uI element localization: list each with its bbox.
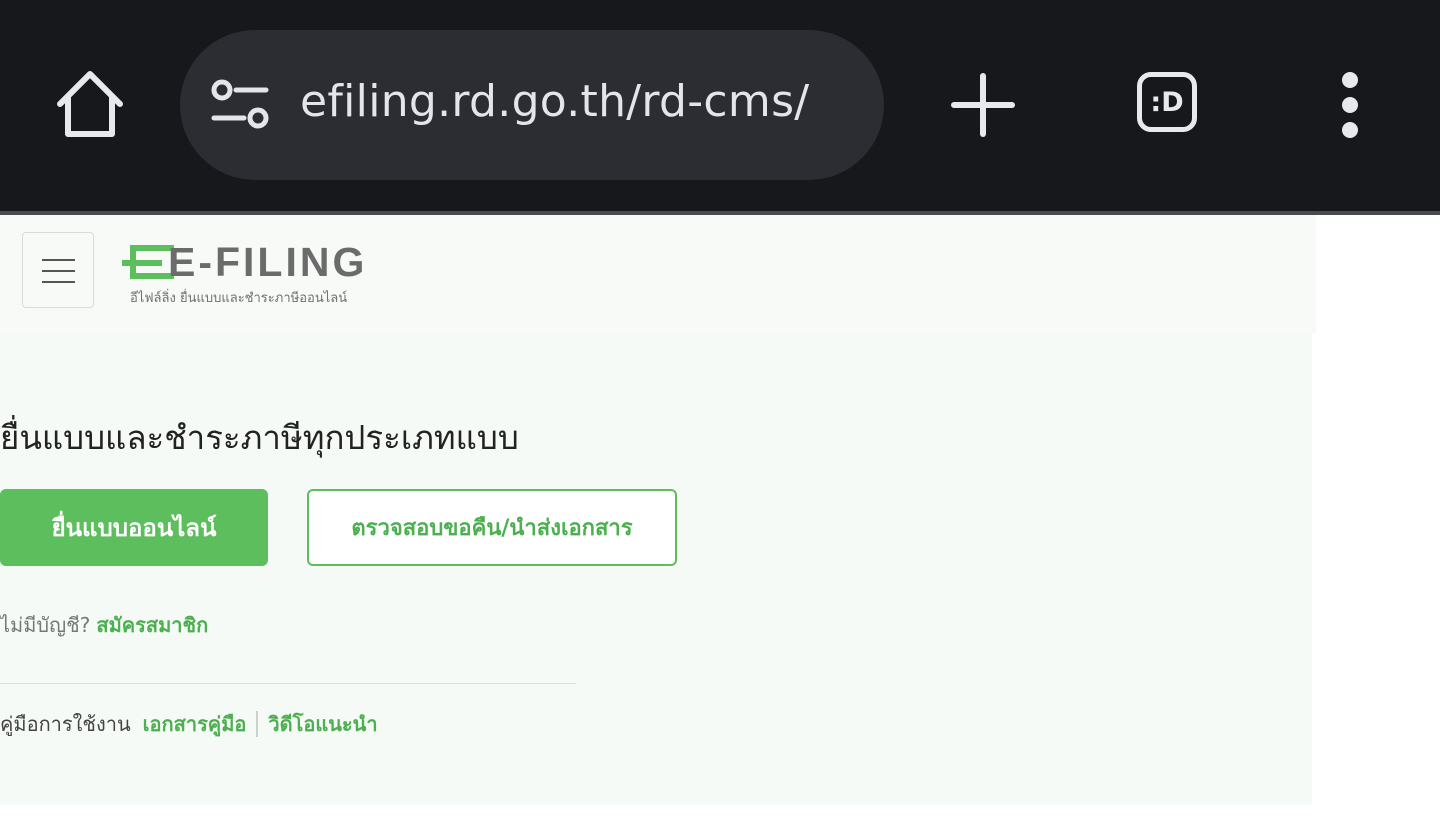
check-refund-button[interactable]: ตรวจสอบขอคืน/นำส่งเอกสาร [307,489,677,566]
hamburger-line [42,270,75,272]
site-header: E-FILING อีไฟล์ลิ่ง ยื่นแบบและชำระภาษีออ… [0,215,1316,333]
menu-dot [1342,122,1358,138]
tab-switcher-label: :D [1150,86,1184,118]
hamburger-line [42,281,75,283]
logo-wordmark: E-FILING [168,239,368,285]
link-separator [256,711,259,737]
site-settings-icon [211,79,269,129]
new-tab-button[interactable] [950,72,1016,138]
divider [0,683,576,684]
plus-icon [951,73,1015,137]
signup-link[interactable]: สมัครสมาชิก [96,613,208,637]
menu-dot [1342,72,1358,88]
home-button[interactable] [52,66,128,142]
menu-dot [1342,97,1358,113]
signup-row: ไม่มีบัญชี? สมัครสมาชิก [0,609,208,641]
url-text: efiling.rd.go.th/rd-cms/ [300,76,810,127]
file-online-button[interactable]: ยื่นแบบออนไลน์ [0,489,268,566]
signup-prompt: ไม่มีบัญชี? [0,613,91,637]
hamburger-menu-button[interactable] [22,232,94,308]
home-icon [57,71,123,137]
page-title: ยื่นแบบและชำระภาษีทุกประเภทแบบ [0,418,519,457]
manual-video-link[interactable]: วิดีโอแนะนำ [268,708,377,740]
page-content: E-FILING อีไฟล์ลิ่ง ยื่นแบบและชำระภาษีออ… [0,215,1316,805]
address-bar[interactable]: efiling.rd.go.th/rd-cms/ [180,30,884,180]
browser-toolbar: efiling.rd.go.th/rd-cms/ :D [0,0,1440,211]
manual-row: คู่มือการใช้งาน เอกสารคู่มือ วิดีโอแนะนำ [0,708,378,740]
more-vert-icon[interactable] [1336,72,1364,138]
tab-switcher-icon[interactable]: :D [1137,72,1197,132]
efiling-logo[interactable]: E-FILING อีไฟล์ลิ่ง ยื่นแบบและชำระภาษีออ… [120,239,390,309]
manual-document-link[interactable]: เอกสารคู่มือ [143,708,247,740]
hamburger-line [42,259,75,261]
logo-tagline: อีไฟล์ลิ่ง ยื่นแบบและชำระภาษีออนไลน์ [130,291,348,306]
manual-label: คู่มือการใช้งาน [0,712,131,736]
